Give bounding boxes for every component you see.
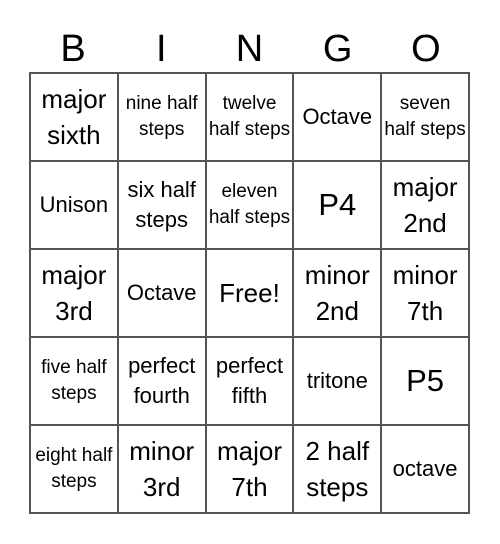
bingo-cell-text: P4 [318, 187, 357, 222]
bingo-cell-text: minor 7th [392, 260, 458, 326]
header-letter-i: I [156, 28, 167, 70]
bingo-cell-text: major 3rd [41, 260, 107, 326]
bingo-cell[interactable]: twelve half steps [205, 73, 294, 161]
header-letter-o: O [411, 28, 441, 70]
bingo-cell-text: tritone [306, 368, 368, 393]
bingo-cell-text: twelve half steps [208, 93, 291, 140]
bingo-grid: major sixth nine half steps twelve half st… [29, 72, 470, 514]
bingo-cell[interactable]: major 2nd [381, 161, 469, 249]
bingo-cell[interactable]: six half steps [117, 161, 206, 249]
bingo-cell[interactable]: P4 [293, 161, 382, 249]
bingo-cell-text: minor 3rd [129, 436, 195, 502]
bingo-cell[interactable]: major 7th [205, 425, 294, 513]
header-letter-b: B [60, 28, 86, 70]
bingo-cell-text: perfect fourth [128, 353, 196, 408]
bingo-cell[interactable]: eleven half steps [205, 161, 294, 249]
bingo-cell-text: nine half steps [125, 93, 198, 140]
bingo-cell-text: five half steps [41, 357, 107, 404]
bingo-cell-text: octave [392, 456, 458, 481]
bingo-cell-text: perfect fifth [215, 353, 284, 408]
bingo-cell[interactable]: nine half steps [117, 73, 206, 161]
bingo-cell[interactable]: perfect fifth [205, 337, 294, 425]
bingo-cell-text: eight half steps [35, 445, 113, 492]
bingo-cell-text: six half steps [127, 177, 196, 232]
bingo-cell-text: P5 [406, 363, 445, 398]
header-letter-g: G [322, 28, 353, 70]
bingo-header: B I N G O [29, 26, 470, 72]
bingo-cell-text: 2 half steps [305, 436, 370, 502]
bingo-cell[interactable]: 2 half steps [293, 425, 382, 513]
bingo-cell-text: Octave [126, 280, 197, 305]
bingo-cell-text: eleven half steps [208, 181, 291, 228]
header-letter-n: N [235, 28, 264, 70]
bingo-cell[interactable]: eight half steps [30, 425, 118, 513]
bingo-cell-text: Free! [219, 278, 280, 308]
bingo-cell-text: major 2nd [392, 172, 458, 238]
bingo-cell[interactable]: tritone [293, 337, 382, 425]
bingo-cell-text: major sixth [41, 84, 107, 150]
bingo-cell-text: Unison [39, 192, 109, 217]
bingo-cell[interactable]: five half steps [30, 337, 118, 425]
bingo-cell-text: major 7th [216, 436, 282, 502]
bingo-cell[interactable]: perfect fourth [117, 337, 206, 425]
bingo-cell[interactable]: Unison [30, 161, 118, 249]
bingo-cell[interactable]: minor 2nd [293, 249, 382, 337]
bingo-cell[interactable]: major sixth [30, 73, 118, 161]
bingo-cell[interactable]: minor 7th [381, 249, 469, 337]
bingo-cell-text: minor 2nd [304, 260, 370, 326]
bingo-cell[interactable]: major 3rd [30, 249, 118, 337]
bingo-cell[interactable]: P5 [381, 337, 469, 425]
bingo-cell[interactable]: Octave [293, 73, 382, 161]
bingo-cell[interactable]: minor 3rd [117, 425, 206, 513]
bingo-cell[interactable]: octave [381, 425, 469, 513]
bingo-cell[interactable]: seven half steps [381, 73, 469, 161]
bingo-cell-text: Octave [302, 104, 373, 129]
bingo-cell[interactable]: Free! [205, 249, 294, 337]
bingo-cell[interactable]: Octave [117, 249, 206, 337]
bingo-cell-text: seven half steps [384, 93, 466, 140]
